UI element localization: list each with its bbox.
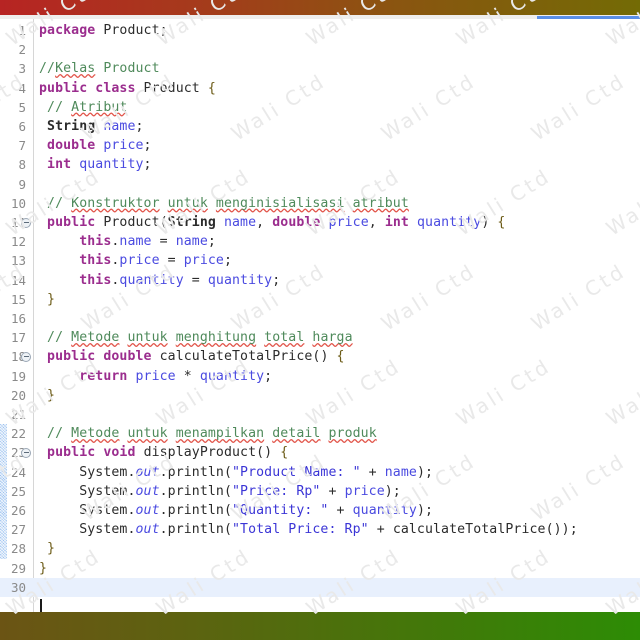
code-line-text: } [47, 387, 56, 403]
code-line-text: this.name = name; [79, 234, 216, 250]
code-line-text: // Metode untuk menampilkan detail produ… [39, 426, 377, 442]
line-number: 12 [10, 234, 26, 250]
code-line[interactable]: 26 System.out.println("Quantity: " + qua… [0, 501, 640, 520]
code-line-text: // Atribut [39, 99, 128, 115]
code-line[interactable]: 20 } [0, 386, 640, 405]
code-editor[interactable]: 1 package Product; 2 3 //Kelas Product 4 publi… [0, 19, 640, 612]
code-line-text: return price * quantity; [79, 368, 273, 384]
line-number: 10 [10, 195, 26, 211]
code-line-text: this.quantity = quantity; [79, 272, 281, 288]
code-line[interactable]: 17 // Metode untuk menghitung total harg… [0, 328, 640, 347]
code-line-text: public void displayProduct() { [47, 445, 289, 461]
code-line-text: } [47, 291, 56, 307]
code-line[interactable]: 29} [0, 559, 640, 578]
line-number: 2 [18, 42, 26, 58]
code-line-text: public class Product { [39, 80, 216, 96]
code-line-text: // Metode untuk menghitung total harga [39, 330, 353, 346]
code-line-text: System.out.println("Total Price: Rp" + c… [79, 522, 578, 538]
code-fold-collapse-icon[interactable] [21, 447, 31, 458]
line-number: 14 [10, 272, 26, 288]
line-number: 9 [18, 176, 26, 192]
code-line-text: } [39, 560, 48, 576]
line-number: 1 [18, 23, 26, 38]
code-line-text: String name; [47, 119, 144, 134]
code-line[interactable]: 12 this.name = name; [0, 232, 640, 251]
text-caret [40, 598, 42, 612]
code-line[interactable]: 3 //Kelas Product [0, 59, 640, 78]
ide-window: 1 package Product; 2 3 //Kelas Product 4 publi… [0, 0, 640, 640]
line-number: 7 [18, 138, 26, 154]
code-line[interactable]: 9 [0, 175, 640, 194]
line-number: 21 [10, 407, 26, 422]
code-line-text: double price; [47, 138, 152, 154]
line-number: 17 [10, 330, 26, 346]
line-number: 5 [18, 99, 26, 115]
code-line-text: //Kelas Product [39, 61, 160, 77]
code-line[interactable]: 16 [0, 309, 640, 328]
code-line[interactable]: 25 System.out.println("Price: Rp" + pric… [0, 482, 640, 501]
code-line-text: package Product; [39, 23, 168, 38]
code-line[interactable]: 22 // Metode untuk menampilkan detail pr… [0, 424, 640, 443]
code-line[interactable]: 24 System.out.println("Product Name: " +… [0, 463, 640, 482]
code-line[interactable]: 14 this.quantity = quantity; [0, 271, 640, 290]
code-line[interactable]: 5 // Atribut [0, 98, 640, 117]
code-line[interactable]: 27 System.out.println("Total Price: Rp" … [0, 520, 640, 539]
code-line-text: this.price = price; [79, 253, 232, 269]
line-number: 28 [10, 541, 26, 557]
line-number: 29 [10, 560, 26, 576]
code-line[interactable]: 6 String name; [0, 117, 640, 136]
code-line[interactable]: 2 [0, 40, 640, 59]
line-number: 8 [18, 157, 26, 173]
code-line-text: int quantity; [47, 157, 152, 173]
code-line[interactable]: 7 double price; [0, 136, 640, 155]
code-line-text: } [47, 541, 56, 557]
line-number: 24 [10, 464, 26, 480]
code-line[interactable]: 10 // Konstruktor untuk menginisialisasi… [0, 194, 640, 213]
line-number: 3 [18, 61, 26, 77]
code-line[interactable]: 21 [0, 405, 640, 424]
code-line[interactable]: 1 package Product; [0, 21, 640, 40]
line-number: 16 [10, 311, 26, 326]
line-number: 19 [10, 368, 26, 384]
code-line-text: public Product(String name, double price… [47, 215, 506, 230]
code-line-text: // Konstruktor untuk menginisialisasi at… [39, 195, 409, 211]
line-number: 13 [10, 253, 26, 269]
line-number: 30 [10, 579, 26, 595]
line-number: 6 [18, 119, 26, 134]
line-number: 4 [18, 80, 26, 96]
code-line-text: System.out.println("Quantity: " + quanti… [79, 503, 434, 518]
line-number: 27 [10, 522, 26, 538]
code-line-text: System.out.println("Price: Rp" + price); [79, 483, 401, 499]
code-line[interactable]: 19 return price * quantity; [0, 367, 640, 386]
code-fold-collapse-icon[interactable] [21, 351, 31, 362]
code-line[interactable]: 18 public double calculateTotalPrice() { [0, 347, 640, 366]
line-number: 26 [10, 503, 26, 518]
code-fold-collapse-icon[interactable] [21, 217, 31, 228]
line-number: 22 [10, 426, 26, 442]
line-number: 20 [10, 387, 26, 403]
title-bar [0, 0, 640, 15]
code-line[interactable]: 11 public Product(String name, double pr… [0, 213, 640, 232]
code-line-text: System.out.println("Product Name: " + na… [79, 464, 434, 480]
code-line-text: public double calculateTotalPrice() { [47, 349, 345, 365]
code-line[interactable]: 30 [0, 577, 640, 597]
status-bar [0, 612, 640, 640]
code-line[interactable]: 8 int quantity; [0, 155, 640, 174]
code-line[interactable]: 13 this.price = price; [0, 251, 640, 270]
line-number: 25 [10, 483, 26, 499]
code-line[interactable]: 4 public class Product { [0, 79, 640, 98]
line-number: 15 [10, 291, 26, 307]
code-line[interactable]: 15 } [0, 290, 640, 309]
code-line[interactable]: 28 } [0, 539, 640, 558]
code-line[interactable]: 23 public void displayProduct() { [0, 443, 640, 462]
